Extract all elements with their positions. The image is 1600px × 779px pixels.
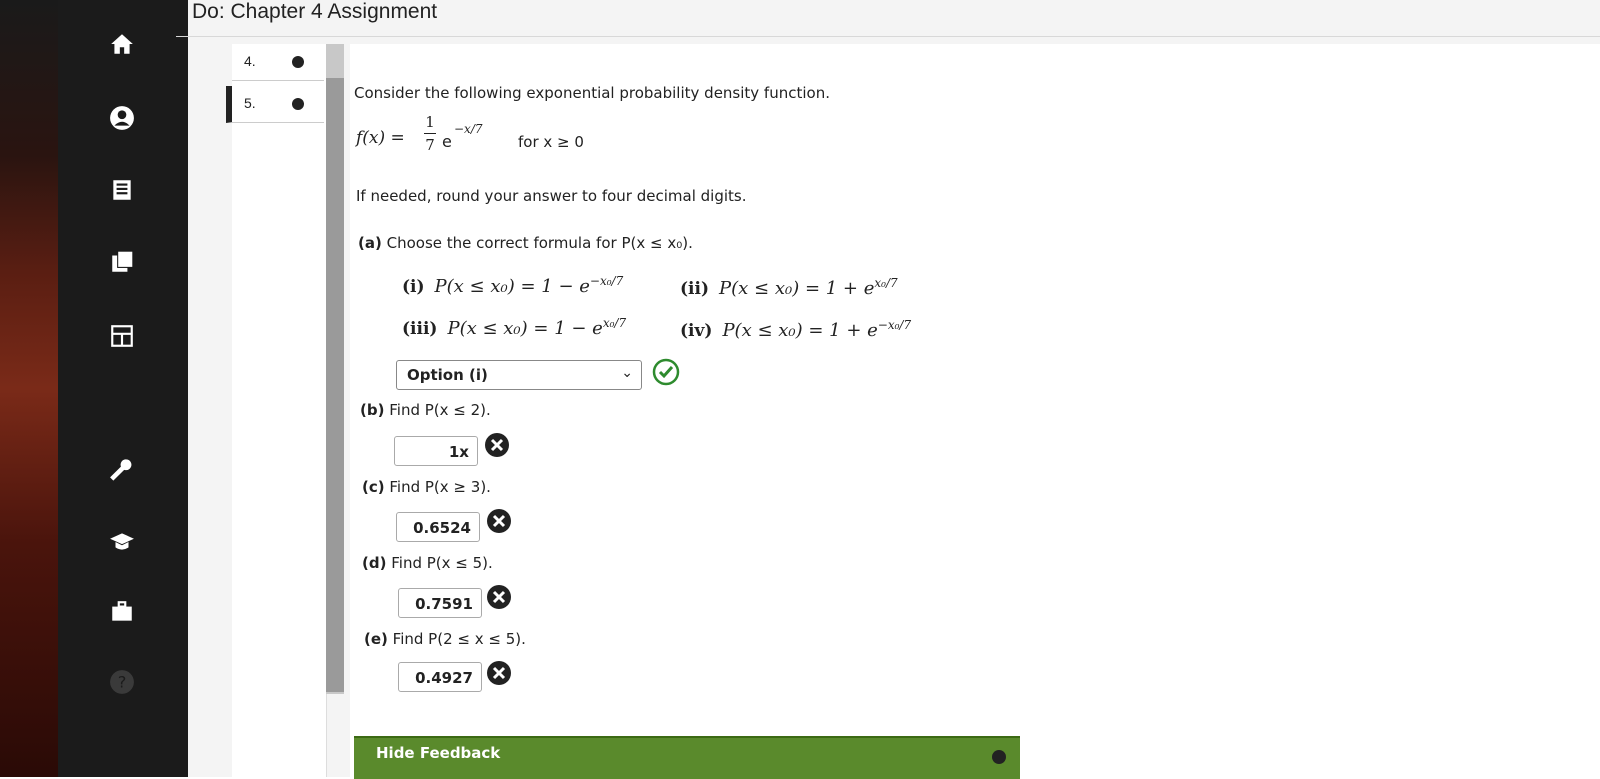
fraction-denominator: 7 xyxy=(425,136,435,154)
function-exp-base: e xyxy=(442,132,452,151)
part-b-label: (b) xyxy=(360,401,385,419)
header-divider xyxy=(176,36,1600,37)
completed-status-icon xyxy=(292,98,304,110)
graduation-cap-icon[interactable] xyxy=(108,528,136,556)
part-a-prompt: (a) Choose the correct formula for P(x ≤… xyxy=(358,234,693,252)
feedback-toggle-icon xyxy=(992,750,1006,764)
function-fraction: 1 7 xyxy=(424,113,436,154)
wrench-icon[interactable] xyxy=(108,458,136,486)
incorrect-x-icon xyxy=(485,433,509,457)
option-formula: P(x ≤ x₀) = 1 + e xyxy=(719,278,875,299)
option-formula: P(x ≤ x₀) = 1 − e xyxy=(447,318,603,339)
completed-status-icon xyxy=(292,56,304,68)
photo-edge xyxy=(0,0,60,777)
option-ii: (ii) P(x ≤ x₀) = 1 + ex₀/7 xyxy=(680,276,898,299)
home-icon[interactable] xyxy=(108,30,136,58)
hide-feedback-button[interactable]: Hide Feedback xyxy=(376,744,500,762)
question-item-4[interactable]: 4. xyxy=(232,44,324,81)
option-exponent: −x₀/7 xyxy=(877,318,912,332)
page-title: Do: Chapter 4 Assignment xyxy=(192,0,438,23)
feedback-bar[interactable]: Hide Feedback xyxy=(354,736,1020,779)
briefcase-icon[interactable] xyxy=(108,598,136,626)
option-i: (i) P(x ≤ x₀) = 1 − e−x₀/7 xyxy=(402,274,623,297)
part-c-answer-input[interactable]: 0.6524 xyxy=(396,512,480,542)
incorrect-x-icon xyxy=(487,509,511,533)
notebook-icon[interactable] xyxy=(108,176,136,204)
nav-rail: ? xyxy=(58,0,188,777)
question-pane xyxy=(350,44,1600,777)
incorrect-x-icon xyxy=(487,661,511,685)
option-exponent: −x₀/7 xyxy=(589,274,624,288)
option-iii: (iii) P(x ≤ x₀) = 1 − ex₀/7 xyxy=(402,316,626,339)
option-roman: (ii) xyxy=(680,279,710,299)
part-d-prompt: (d) Find P(x ≤ 5). xyxy=(362,554,493,572)
help-glyph: ? xyxy=(118,672,127,691)
part-c-prompt: (c) Find P(x ≥ 3). xyxy=(362,478,491,496)
function-lhs: f(x) = xyxy=(356,128,405,148)
question-number: 4. xyxy=(244,53,256,69)
option-exponent: x₀/7 xyxy=(602,316,627,330)
function-domain: for x ≥ 0 xyxy=(518,133,584,151)
help-icon[interactable]: ? xyxy=(108,668,136,696)
question-intro: Consider the following exponential proba… xyxy=(354,84,830,102)
question-number: 5. xyxy=(244,95,256,111)
part-a-text: Choose the correct formula for P(x ≤ x₀)… xyxy=(386,234,693,252)
part-e-answer-input[interactable]: 0.4927 xyxy=(398,662,482,692)
part-e-text: Find P(2 ≤ x ≤ 5). xyxy=(392,630,526,648)
option-formula: P(x ≤ x₀) = 1 + e xyxy=(722,320,878,341)
part-d-text: Find P(x ≤ 5). xyxy=(391,554,493,572)
part-b-prompt: (b) Find P(x ≤ 2). xyxy=(360,401,491,419)
part-e-label: (e) xyxy=(364,630,388,648)
question-item-5[interactable]: 5. xyxy=(226,86,324,123)
part-a-label: (a) xyxy=(358,234,382,252)
fraction-bar xyxy=(424,133,436,134)
option-roman: (i) xyxy=(402,277,425,297)
option-exponent: x₀/7 xyxy=(874,276,898,290)
part-b-text: Find P(x ≤ 2). xyxy=(389,401,491,419)
calculator-icon[interactable] xyxy=(108,322,136,350)
option-roman: (iii) xyxy=(402,319,438,339)
part-e-prompt: (e) Find P(2 ≤ x ≤ 5). xyxy=(364,630,526,648)
part-d-label: (d) xyxy=(362,554,387,572)
formula-select[interactable]: Option (i) ⌄ xyxy=(396,360,642,390)
selected-option: Option (i) xyxy=(407,366,488,384)
part-c-text: Find P(x ≥ 3). xyxy=(389,478,491,496)
scrollbar-thumb[interactable] xyxy=(326,78,344,692)
option-iv: (iv) P(x ≤ x₀) = 1 + e−x₀/7 xyxy=(680,318,911,341)
part-d-answer-input[interactable]: 0.7591 xyxy=(398,588,482,618)
function-exponent: −x/7 xyxy=(454,122,483,136)
option-roman: (iv) xyxy=(680,321,713,341)
correct-check-icon xyxy=(652,358,680,386)
rounding-note: If needed, round your answer to four dec… xyxy=(356,187,747,205)
user-icon[interactable] xyxy=(108,104,136,132)
part-c-label: (c) xyxy=(362,478,385,496)
part-b-answer-input[interactable]: 1x xyxy=(394,436,478,466)
question-list: 4. 5. xyxy=(226,44,327,777)
incorrect-x-icon xyxy=(487,585,511,609)
chevron-down-icon: ⌄ xyxy=(621,365,633,381)
cards-icon[interactable] xyxy=(108,248,136,276)
fraction-numerator: 1 xyxy=(425,113,435,131)
option-formula: P(x ≤ x₀) = 1 − e xyxy=(434,276,590,297)
